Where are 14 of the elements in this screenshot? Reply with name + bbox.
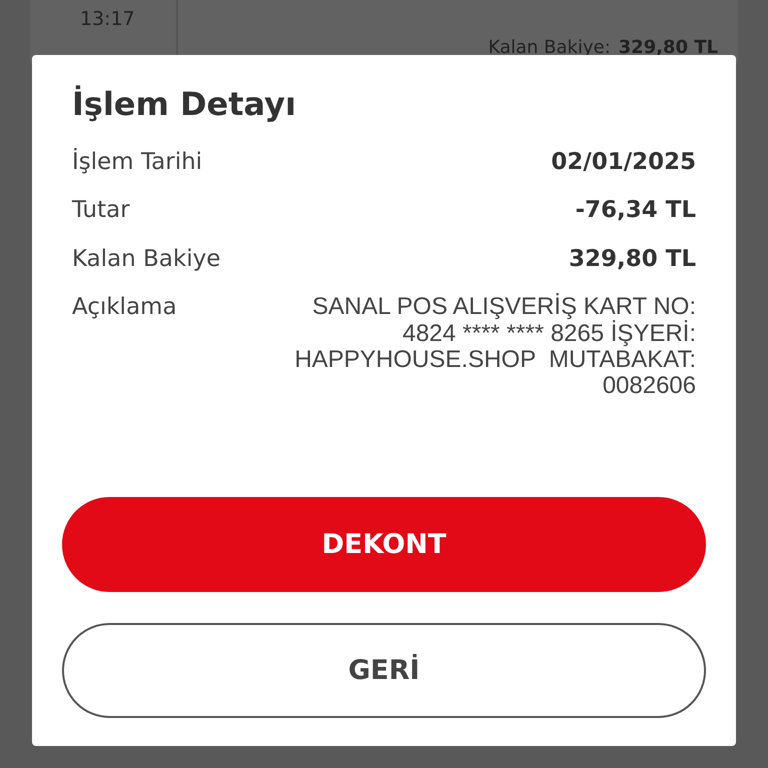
transaction-time: 13:17 (80, 8, 135, 30)
detail-value: SANAL POS ALIŞVERİŞ KART NO: 4824 **** **** 8265 İŞYERİ: HAPPYHOUSE.SHOP MUTABAKAT: 0082606 (294, 294, 696, 400)
dialog-title: İşlem Detayı (72, 85, 298, 123)
detail-label: Tutar (72, 197, 130, 224)
detail-value: 329,80 TL (568, 246, 696, 272)
detail-value: 02/01/2025 (551, 149, 696, 176)
detail-label: İşlem Tarihi (72, 149, 202, 176)
detail-label: Açıklama (72, 294, 177, 321)
detail-label: Kalan Bakiye (72, 246, 220, 272)
receipt-button[interactable]: DEKONT (62, 497, 706, 592)
detail-value: -76,34 TL (575, 197, 696, 224)
back-button[interactable]: GERİ (62, 623, 706, 718)
balance-label: Kalan Bakiye: (488, 37, 611, 58)
balance-value: 329,80 TL (618, 37, 718, 58)
